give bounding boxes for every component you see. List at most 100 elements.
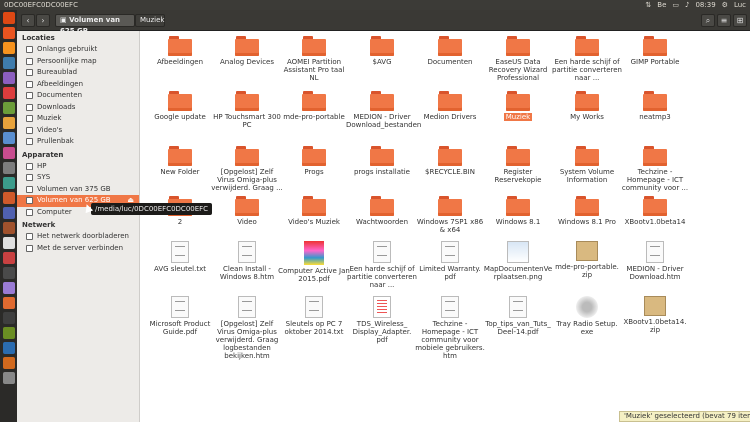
folder-item[interactable]: My Works [551, 91, 623, 121]
sidebar-item-connect-server[interactable]: Met de server verbinden [17, 243, 139, 255]
folder-item[interactable]: GIMP Portable [619, 36, 691, 66]
battery-icon[interactable]: ▭ [672, 0, 679, 10]
folder-item[interactable]: New Folder [144, 146, 216, 176]
search-icon[interactable]: ⌕ [701, 14, 715, 27]
grid-view-icon[interactable]: ⊞ [733, 14, 747, 27]
file-item[interactable]: Microsoft Product Guide.pdf [144, 296, 216, 336]
app-icon[interactable] [2, 207, 15, 219]
app-icon[interactable] [2, 102, 15, 114]
file-item[interactable]: Clean Install - Windows 8.htm [211, 241, 283, 281]
folder-item[interactable]: Video [211, 196, 283, 226]
folder-item[interactable]: progs installatie [346, 146, 418, 176]
sidebar-item-desktop[interactable]: Bureaublad [17, 67, 139, 79]
sidebar-item-trash[interactable]: Prullenbak [17, 136, 139, 148]
sidebar-item-home[interactable]: Persoonlijke map [17, 56, 139, 68]
app-icon[interactable] [2, 342, 15, 354]
file-item[interactable]: Tray Radio Setup. exe [551, 296, 623, 336]
file-item[interactable]: XBootv1.0beta14. zip [619, 296, 691, 334]
folder-item[interactable]: [Opgelost] Zelf Virus Omiga-plus verwijd… [211, 146, 283, 192]
app-icon[interactable] [2, 192, 15, 204]
folder-item[interactable]: HP Touchsmart 300 PC [211, 91, 283, 129]
settings-gear-icon[interactable]: ⚙ [722, 0, 728, 10]
firefox-icon[interactable] [2, 42, 15, 54]
app-icon[interactable] [2, 222, 15, 234]
folder-item[interactable]: Documenten [414, 36, 486, 66]
folder-item[interactable]: Register Reservekopie [482, 146, 554, 184]
file-item[interactable]: Top_tips_van_Tuts_ Deel-14.pdf [482, 296, 554, 336]
app-icon[interactable] [2, 117, 15, 129]
folder-item[interactable]: Video's Muziek [278, 196, 350, 226]
app-icon[interactable] [2, 57, 15, 69]
file-item[interactable]: TDS_Wireless_ Display_Adapter. pdf [346, 296, 418, 344]
folder-item[interactable]: Windows 8.1 [482, 196, 554, 226]
folder-item[interactable]: Analog Devices [211, 36, 283, 66]
file-item[interactable]: [Opgelost] Zelf Virus Omiga-plus verwijd… [211, 296, 283, 360]
keyboard-indicator[interactable]: Be [657, 0, 666, 10]
folder-item[interactable]: Medion Drivers [414, 91, 486, 121]
sidebar-item-recent[interactable]: Onlangs gebruikt [17, 44, 139, 56]
app-icon[interactable] [2, 267, 15, 279]
network-icon[interactable]: ⇅ [645, 0, 651, 10]
folder-item[interactable]: Progs [278, 146, 350, 176]
app-icon[interactable] [2, 177, 15, 189]
app-icon[interactable] [2, 312, 15, 324]
file-item[interactable]: MEDION - Driver Download.htm [619, 241, 691, 281]
folder-item[interactable]: EaseUS Data Recovery Wizard Professional [482, 36, 554, 82]
folder-item[interactable]: Google update [144, 91, 216, 121]
folder-item[interactable]: Wachtwoorden [346, 196, 418, 226]
file-item[interactable]: mde-pro-portable. zip [551, 241, 623, 279]
folder-item[interactable]: mde-pro-portable [278, 91, 350, 121]
trash-icon[interactable] [2, 372, 15, 384]
app-icon[interactable] [2, 297, 15, 309]
file-item[interactable]: Sleutels op PC 7 oktober 2014.txt [278, 296, 350, 336]
forward-button[interactable]: › [36, 14, 50, 27]
app-icon[interactable] [2, 252, 15, 264]
folder-item[interactable]: Windows 8.1 Pro [551, 196, 623, 226]
clock[interactable]: 08:39 [695, 0, 715, 10]
folder-item[interactable]: Muziek [482, 91, 554, 121]
app-icon[interactable] [2, 162, 15, 174]
sidebar-item-documents[interactable]: Documenten [17, 90, 139, 102]
folder-item[interactable]: neatmp3 [619, 91, 691, 121]
ubuntu-icon[interactable] [2, 12, 15, 24]
folder-item[interactable]: MEDION - Driver Download_bestanden [346, 91, 421, 129]
app-icon[interactable] [2, 87, 15, 99]
app-icon[interactable] [2, 357, 15, 369]
sidebar-item-music[interactable]: Muziek [17, 113, 139, 125]
app-icon[interactable] [2, 72, 15, 84]
folder-item[interactable]: XBootv1.0beta14 [619, 196, 691, 226]
sidebar-item-volume-375[interactable]: Volumen van 375 GB [17, 184, 139, 196]
file-view[interactable]: Afbeeldingen Analog Devices AOMEI Partitio… [141, 31, 750, 422]
user-name[interactable]: Luc [734, 0, 746, 10]
app-icon[interactable] [2, 132, 15, 144]
folder-item[interactable]: System Volume Information [551, 146, 623, 184]
folder-item[interactable]: Afbeeldingen [144, 36, 216, 66]
file-item[interactable]: Techzine - Homepage - ICT community voor… [414, 296, 486, 360]
app-icon[interactable] [2, 327, 15, 339]
file-item[interactable]: Een harde schijf of partitie converteren… [346, 241, 418, 289]
sidebar-item-browse-network[interactable]: Het netwerk doorbladeren [17, 231, 139, 243]
sidebar-item-videos[interactable]: Video's [17, 125, 139, 137]
app-icon[interactable] [2, 237, 15, 249]
folder-item[interactable]: $RECYCLE.BIN [414, 146, 486, 176]
sidebar-item-hp[interactable]: HP [17, 161, 139, 173]
app-icon[interactable] [2, 147, 15, 159]
file-item[interactable]: MapDocumentenVe rplaatsen.png [482, 241, 554, 281]
file-item[interactable]: AVG sleutel.txt [144, 241, 216, 273]
files-icon[interactable] [2, 27, 15, 39]
sidebar-item-sys[interactable]: SYS [17, 172, 139, 184]
list-view-icon[interactable]: ≡ [717, 14, 731, 27]
folder-item[interactable]: Windows 7SP1 x86 & x64 [414, 196, 486, 234]
file-item[interactable]: Computer Active Jan 2015.pdf [278, 241, 350, 283]
folder-item[interactable]: AOMEI Partition Assistant Pro taal NL [278, 36, 350, 82]
volume-icon[interactable]: ♪ [685, 0, 689, 10]
folder-item[interactable]: Een harde schijf of partitie converteren… [551, 36, 623, 82]
file-item[interactable]: Limited Warranty. pdf [414, 241, 486, 281]
app-icon[interactable] [2, 282, 15, 294]
breadcrumb-music[interactable]: Muziek [135, 14, 165, 27]
sidebar-item-downloads[interactable]: Downloads [17, 102, 139, 114]
sidebar-item-pictures[interactable]: Afbeeldingen [17, 79, 139, 91]
folder-item[interactable]: $AVG [346, 36, 418, 66]
back-button[interactable]: ‹ [21, 14, 35, 27]
folder-item[interactable]: Techzine - Homepage - ICT community voor… [619, 146, 691, 192]
